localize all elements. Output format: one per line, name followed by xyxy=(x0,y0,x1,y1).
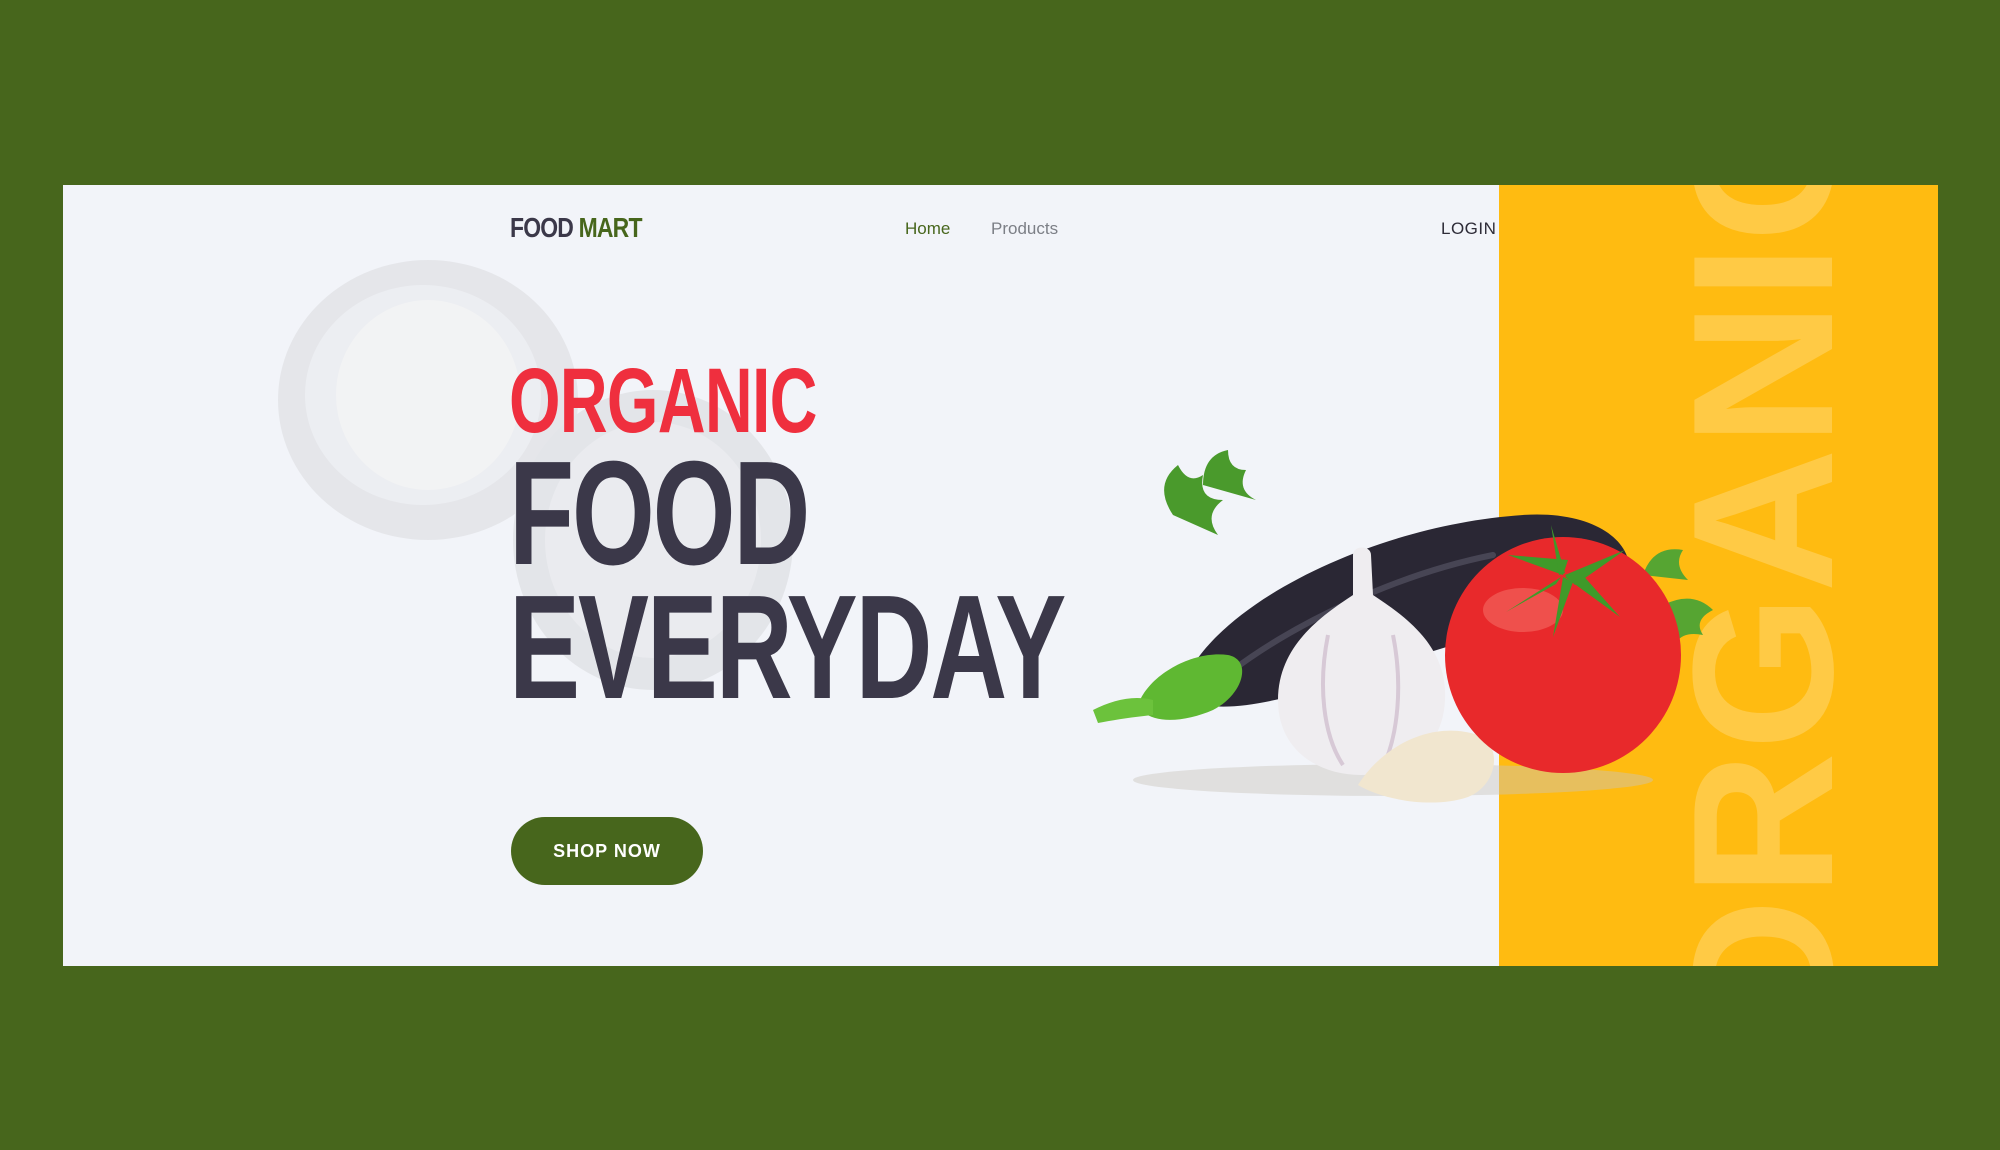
headline-everyday: EVERYDAY xyxy=(509,565,1066,730)
landing-page: ORGANIC FOOD MART Home Products LOGIN OR… xyxy=(63,185,1938,966)
headline-food: FOOD xyxy=(509,431,810,596)
top-navigation: FOOD MART Home Products LOGIN xyxy=(63,185,1938,265)
nav-products-link[interactable]: Products xyxy=(991,219,1058,239)
shop-now-button[interactable]: SHOP NOW xyxy=(511,817,703,885)
nav-home-link[interactable]: Home xyxy=(905,219,950,239)
brand-logo[interactable]: FOOD MART xyxy=(510,212,642,244)
login-link[interactable]: LOGIN xyxy=(1441,219,1496,239)
logo-word-food: FOOD xyxy=(510,212,574,243)
hero-headline: ORGANIC FOOD EVERYDAY xyxy=(509,355,1066,730)
vegetables-image xyxy=(1093,450,1713,803)
logo-word-mart: MART xyxy=(578,212,643,243)
